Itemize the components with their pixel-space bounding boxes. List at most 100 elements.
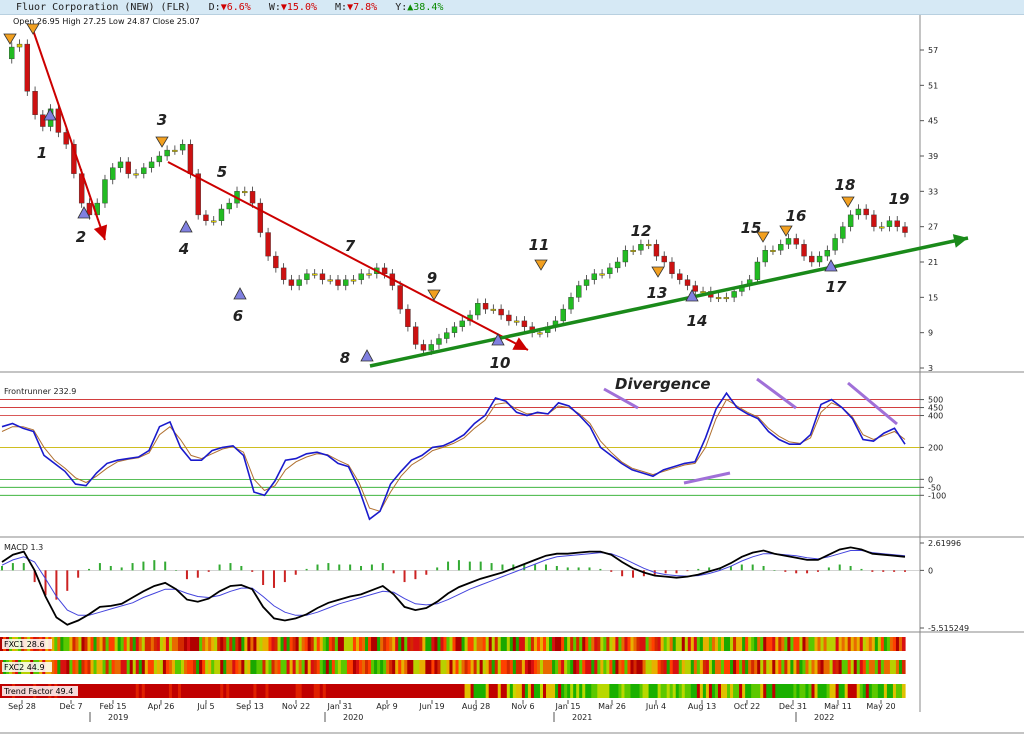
wave-label: 6 [233, 307, 243, 325]
date-label: Jun 4 [645, 702, 666, 711]
date-label: Sep 13 [236, 702, 264, 711]
macd-histogram-bar [762, 565, 765, 571]
candle-body [218, 208, 225, 221]
macd-histogram-bar [316, 564, 319, 571]
date-label: Jun 19 [418, 702, 444, 711]
macd-histogram-bar [414, 570, 417, 580]
buy-marker [233, 287, 247, 300]
wave-label: 8 [340, 349, 350, 367]
macd-histogram-bar [621, 570, 624, 577]
macd-histogram-bar [251, 570, 254, 572]
macd-axis-label: -5.515249 [928, 624, 969, 633]
date-label: Feb 15 [100, 702, 127, 711]
macd-histogram-bar [773, 570, 776, 571]
candle-body [280, 267, 287, 280]
heat-label: FXC1 28.6 [4, 640, 45, 649]
candle-body [16, 43, 23, 48]
candle-body [304, 273, 310, 280]
candle-body [793, 238, 799, 245]
macd-histogram-bar [142, 561, 145, 571]
divergence-line [756, 377, 797, 410]
candle-body [878, 226, 885, 229]
buy-marker [360, 349, 374, 362]
divergence-line [847, 381, 898, 426]
macd-histogram-bar [544, 564, 547, 571]
macd-histogram-bar [164, 561, 167, 571]
date-label: Jul 5 [196, 702, 214, 711]
wave-label: 10 [490, 354, 511, 372]
macd-histogram-bar [272, 570, 275, 588]
macd-histogram-bar [360, 565, 363, 571]
macd-histogram-bar [109, 565, 112, 571]
frontrunner-axis-label: 400 [928, 412, 943, 421]
macd-histogram-bar [610, 570, 613, 572]
candle-body [785, 238, 792, 245]
sell-marker [841, 196, 855, 208]
downtrend-arrow-1-head [93, 224, 108, 240]
macd-histogram-bar [816, 570, 819, 572]
macd-histogram-bar [588, 567, 591, 571]
macd-histogram-bar [44, 570, 47, 596]
wave-label: 16 [786, 207, 807, 225]
macd-signal-line [1, 550, 906, 616]
price-axis-label: 27 [928, 223, 938, 232]
price-axis-label: 33 [928, 187, 938, 196]
price-axis-label: 45 [928, 117, 938, 126]
date-label: Apr 9 [376, 702, 397, 711]
date-label: Aug 28 [462, 702, 490, 711]
candle-body [638, 244, 644, 251]
macd-histogram-bar [120, 567, 123, 571]
macd-histogram-bar [904, 570, 906, 572]
candle-body [506, 314, 512, 322]
macd-histogram-bar [218, 564, 221, 571]
candle-body [886, 220, 893, 227]
candle-body [576, 285, 582, 298]
wave-label: 12 [631, 222, 652, 240]
date-label: Dec 31 [779, 702, 807, 711]
candle-body [288, 279, 295, 286]
frontrunner-label: Frontrunner 232.9 [4, 387, 76, 396]
downtrend-arrow-2 [167, 161, 529, 351]
macd-histogram-bar [479, 561, 482, 571]
sell-marker [155, 136, 169, 148]
macd-histogram-bar [175, 570, 178, 571]
macd-histogram-bar [708, 567, 711, 571]
candle-body [133, 173, 139, 176]
macd-histogram-bar [294, 570, 297, 575]
candle-body [311, 273, 318, 276]
candle-body [762, 250, 768, 263]
frontrunner-axis-label: -100 [928, 491, 946, 500]
macd-label: MACD 1.3 [4, 543, 43, 552]
date-label: Sep 28 [8, 702, 36, 711]
candle-body [630, 250, 636, 252]
candle-body [195, 173, 201, 216]
macd-histogram-bar [806, 570, 809, 574]
macd-histogram-bar [98, 563, 101, 571]
candle-body [809, 255, 815, 263]
heat-cell [901, 684, 906, 698]
date-label: Mar 26 [598, 702, 626, 711]
macd-histogram-bar [740, 564, 743, 571]
macd-histogram-bar [893, 570, 896, 572]
year-label: 2022 [814, 713, 834, 722]
macd-axis-label: 2.61996 [928, 539, 961, 548]
candle-body [296, 279, 302, 286]
candle-body [436, 338, 442, 345]
date-label: Apr 26 [148, 702, 175, 711]
candle-body [125, 161, 131, 174]
price-axis-label: 15 [928, 293, 938, 302]
macd-histogram-bar [555, 565, 558, 571]
macd-histogram-bar [22, 563, 25, 571]
candle-body [599, 273, 605, 276]
candle-body [669, 261, 675, 274]
candle-body [692, 285, 698, 292]
sell-marker [26, 23, 40, 35]
candle-body [117, 161, 124, 168]
candle-body [265, 232, 271, 257]
wave-label: 7 [345, 237, 356, 255]
macd-histogram-bar [77, 570, 80, 578]
buy-marker [179, 220, 193, 233]
macd-histogram-bar [566, 567, 569, 571]
buy-marker [43, 108, 57, 121]
macd-histogram-bar [88, 568, 91, 571]
